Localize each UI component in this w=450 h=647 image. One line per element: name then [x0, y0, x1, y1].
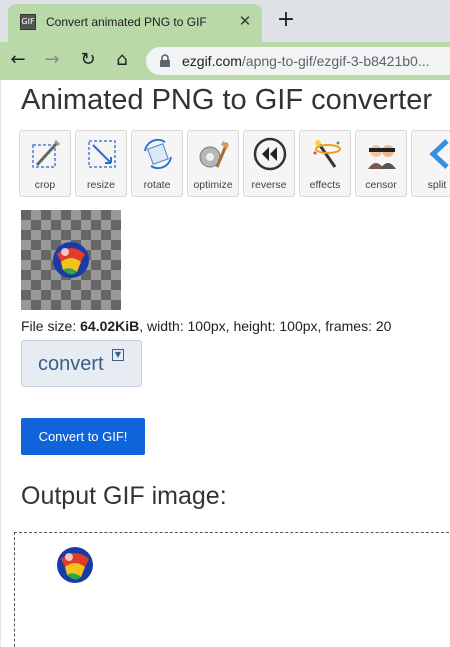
tools-toolbar: crop resize rotate optimize reverse effe… [19, 130, 450, 200]
file-size-value: 64.02KiB [80, 318, 140, 334]
output-image-box [14, 532, 450, 647]
globe-ball-icon [53, 242, 89, 278]
address-bar[interactable]: ezgif.com/apng-to-gif/ezgif-3-b8421b0... [146, 47, 450, 75]
tool-label: censor [365, 179, 397, 191]
crop-icon [32, 139, 61, 168]
lock-icon [160, 54, 170, 67]
gif-favicon-icon: GIF [20, 14, 36, 30]
tab-title: Convert animated PNG to GIF [46, 15, 207, 29]
tool-label: optimize [193, 179, 233, 191]
tool-rotate[interactable]: rotate [131, 130, 183, 197]
browser-tab-active[interactable]: GIF Convert animated PNG to GIF ✕ [8, 4, 262, 42]
back-button[interactable]: ← [6, 48, 30, 72]
file-info-rest: , width: 100px, height: 100px, frames: 2… [139, 318, 392, 334]
tool-label: reverse [251, 179, 287, 191]
tool-split[interactable]: split [411, 130, 450, 197]
file-info-prefix: File size: [21, 318, 81, 334]
output-title: Output GIF image: [21, 482, 227, 510]
tool-resize[interactable]: resize [75, 130, 127, 197]
tab-close-icon[interactable]: ✕ [236, 12, 254, 30]
tool-crop[interactable]: crop [19, 130, 71, 197]
page-content: Animated PNG to GIF converter crop resiz… [0, 80, 450, 647]
input-image-preview [21, 210, 121, 310]
url-host: ezgif.com [182, 53, 242, 69]
rotate-icon [144, 138, 172, 170]
tool-effects[interactable]: effects [299, 130, 351, 197]
tool-censor[interactable]: censor [355, 130, 407, 197]
browser-toolbar: ← → ↻ ⌂ ezgif.com/apng-to-gif/ezgif-3-b8… [0, 42, 450, 80]
tool-label: rotate [143, 179, 171, 191]
browser-tab-strip: GIF Convert animated PNG to GIF ✕ + [0, 0, 450, 42]
optimize-icon [199, 141, 229, 168]
tool-label: split [427, 179, 447, 191]
censor-icon [368, 145, 396, 169]
reload-button[interactable]: ↻ [76, 48, 100, 72]
output-globe-ball-icon [57, 547, 93, 583]
reverse-icon [253, 137, 287, 171]
tool-label: crop [34, 179, 56, 191]
home-button[interactable]: ⌂ [110, 48, 134, 72]
file-info: File size: 64.02KiB, width: 100px, heigh… [21, 318, 391, 334]
tool-label: effects [309, 179, 341, 191]
url-path: /apng-to-gif/ezgif-3-b8421b0... [241, 53, 430, 69]
convert-dropdown-label: convert [38, 353, 104, 375]
convert-dropdown[interactable]: convert ▼ [21, 340, 142, 387]
tool-optimize[interactable]: optimize [187, 130, 239, 197]
new-tab-button[interactable]: + [274, 8, 298, 32]
tool-label: resize [86, 179, 115, 191]
page-title: Animated PNG to GIF converter [21, 84, 432, 116]
resize-icon [88, 140, 116, 168]
forward-button[interactable]: → [40, 48, 64, 72]
convert-to-gif-button[interactable]: Convert to GIF! [21, 418, 145, 455]
url-text: ezgif.com/apng-to-gif/ezgif-3-b8421b0... [182, 53, 430, 69]
split-icon [429, 139, 449, 169]
dropdown-arrow-icon: ▼ [112, 349, 124, 361]
tool-reverse[interactable]: reverse [243, 130, 295, 197]
effects-icon [313, 140, 341, 168]
